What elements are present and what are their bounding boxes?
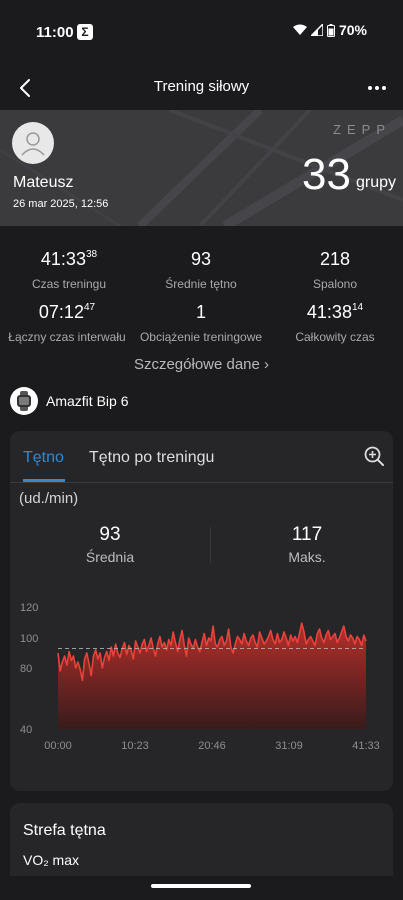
home-indicator[interactable]	[151, 884, 251, 888]
status-time: 11:00	[36, 24, 74, 41]
stat-interval-time: 07:1247 Łączny czas interwału	[0, 302, 134, 344]
y-tick-label: 120	[20, 602, 38, 614]
device-row[interactable]: Amazfit Bip 6	[10, 386, 128, 416]
tab-divider	[10, 482, 393, 483]
group-count-unit: grupy	[355, 174, 396, 191]
stat-value: 1	[195, 302, 206, 322]
max-value: 117	[291, 524, 323, 545]
stat-label: Obciążenie treningowe	[139, 330, 263, 344]
stat-average-heart-rate: 93 Średnie tętno	[134, 249, 268, 291]
heart-rate-summary: 93 Średnia 117 Maks.	[19, 517, 384, 571]
y-tick-label: 40	[20, 724, 32, 736]
stat-value-fraction: 14	[351, 302, 364, 313]
watch-icon	[10, 387, 38, 415]
workout-header: Mateusz 26 mar 2025, 12:56 ZEPP 33 grupy	[0, 110, 403, 226]
battery-percent: 70%	[338, 22, 367, 38]
y-tick-label: 100	[20, 633, 38, 645]
bottom-nav-area	[0, 876, 403, 900]
max-label: Maks.	[288, 549, 326, 565]
stat-label: Spalono	[312, 277, 358, 291]
stat-value: 218	[319, 249, 351, 269]
stat-value: 07:12	[38, 302, 84, 322]
stat-value: 93	[190, 249, 212, 269]
y-tick-label: 80	[20, 663, 32, 675]
average-label: Średnia	[85, 549, 135, 565]
x-tick-label: 10:23	[121, 740, 149, 752]
sigma-app-icon: Σ	[77, 24, 93, 40]
stat-label: Całkowity czas	[295, 330, 375, 344]
workout-date: 26 mar 2025, 12:56	[13, 198, 109, 210]
battery-icon	[326, 23, 335, 37]
stat-label: Średnie tętno	[165, 277, 237, 291]
x-tick-label: 31:09	[275, 740, 303, 752]
wifi-icon	[292, 24, 307, 35]
user-name: Mateusz	[13, 174, 74, 191]
stat-total-time: 41:3814 Całkowity czas	[268, 302, 402, 344]
detailed-data-link[interactable]: Szczegółowe dane ›	[0, 356, 403, 373]
stat-value-fraction: 47	[83, 302, 96, 313]
stat-value: 41:33	[40, 249, 86, 269]
x-tick-label: 20:46	[198, 740, 226, 752]
x-tick-label: 41:33	[352, 740, 380, 752]
status-bar: 11:00 Σ 70%	[0, 0, 403, 64]
stat-training-load: 1 Obciążenie treningowe	[134, 302, 268, 344]
status-icons: 70%	[292, 22, 367, 38]
summary-divider	[210, 527, 211, 563]
vo2max-label: VO₂ max	[23, 852, 79, 868]
page-title: Trening siłowy	[153, 78, 250, 95]
stat-workout-time: 41:3338 Czas treningu	[2, 249, 136, 291]
group-count: 33	[302, 150, 351, 199]
zepp-logo: ZEPP	[333, 122, 391, 137]
zone-card-title: Strefa tętna	[23, 822, 106, 839]
heart-rate-chart[interactable]: 120 100 80 40 00:00 10:23 20:46 31:09 41:33	[10, 597, 393, 761]
x-tick-label: 00:00	[44, 740, 72, 752]
tab-post-workout-heart-rate[interactable]: Tętno po treningu	[89, 449, 214, 467]
stat-value: 41:38	[306, 302, 352, 322]
device-name: Amazfit Bip 6	[46, 393, 129, 409]
heart-rate-card: Tętno Tętno po treningu (ud./min) 93 Śre…	[10, 431, 393, 791]
stat-calories: 218 Spalono	[268, 249, 402, 291]
nav-bar: Trening siłowy	[0, 66, 403, 110]
stat-label: Czas treningu	[31, 277, 107, 291]
stat-label: Łączny czas interwału	[8, 330, 126, 344]
signal-icon	[310, 24, 323, 36]
stat-value-fraction: 38	[85, 249, 98, 260]
tab-heart-rate[interactable]: Tętno	[23, 449, 64, 467]
avatar[interactable]	[12, 122, 54, 164]
more-dots-icon[interactable]	[363, 74, 391, 102]
unit-label: (ud./min)	[19, 490, 79, 507]
user-silhouette-icon	[21, 132, 45, 156]
zoom-in-icon[interactable]	[363, 445, 385, 467]
average-value: 93	[99, 524, 121, 545]
